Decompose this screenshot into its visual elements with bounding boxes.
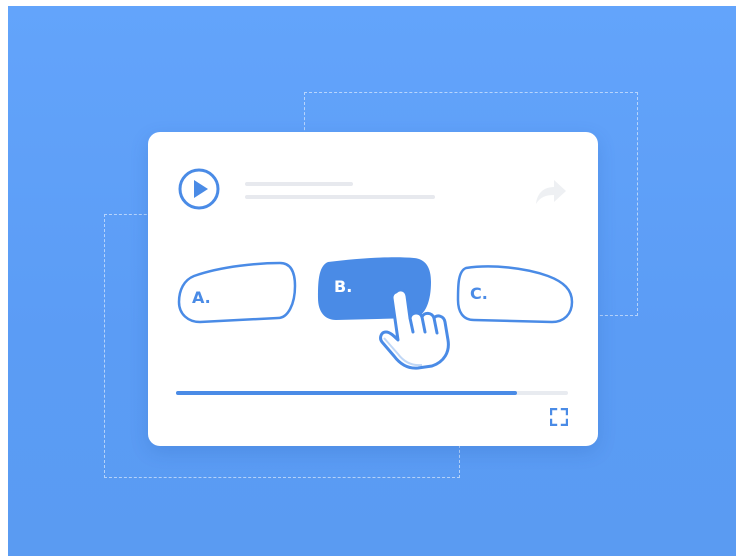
- title-placeholder-line: [245, 182, 353, 186]
- share-arrow-icon: [536, 180, 566, 204]
- fullscreen-button[interactable]: [549, 407, 569, 427]
- answer-option-c[interactable]: C.: [452, 260, 576, 326]
- share-button[interactable]: [534, 178, 568, 206]
- fullscreen-icon: [549, 407, 569, 427]
- answer-option-a[interactable]: A.: [174, 260, 298, 326]
- option-label: A.: [192, 288, 211, 307]
- hand-pointer-icon: [374, 282, 464, 372]
- video-quiz-card: A. B. C.: [148, 132, 598, 446]
- subtitle-placeholder-line: [245, 195, 435, 199]
- illustration-background: A. B. C.: [8, 6, 736, 556]
- option-label: B.: [334, 277, 353, 296]
- progress-bar[interactable]: [176, 391, 568, 395]
- play-button[interactable]: [178, 168, 220, 210]
- option-label: C.: [470, 284, 488, 303]
- progress-fill: [176, 391, 518, 395]
- play-circle-icon: [178, 168, 220, 210]
